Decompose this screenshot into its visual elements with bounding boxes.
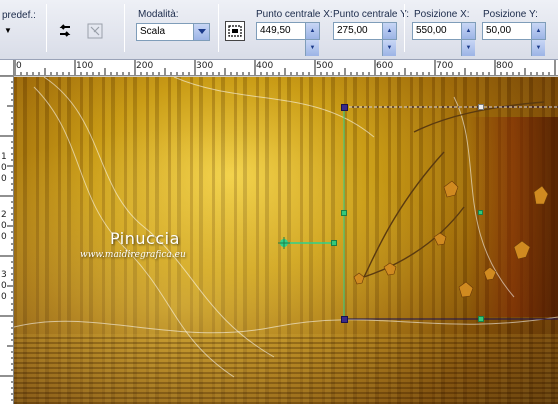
ruler-left-label: 0 [1, 281, 7, 291]
ruler-top-label: 100 [76, 61, 94, 71]
ruler-left-label: 0 [1, 292, 7, 302]
up-arrow-icon[interactable]: ▲ [531, 23, 545, 40]
ruler-top-label: 0 [16, 61, 22, 71]
ruler-top-label: 500 [316, 61, 334, 71]
ruler-left-label: 1 [1, 152, 7, 162]
pivot-handle[interactable] [331, 240, 337, 246]
center-y-value: 275,00 [337, 25, 368, 36]
ruler-left: 1 0 0 2 0 0 3 0 0 [0, 60, 14, 404]
projection-icon[interactable] [225, 21, 245, 41]
mode-select[interactable]: Scala [136, 23, 210, 41]
selection-box [343, 106, 558, 320]
reset-icon[interactable] [54, 20, 76, 42]
pos-y-field[interactable]: 50,00 ▲ ▼ [482, 22, 546, 56]
ruler-left-label: 0 [1, 163, 7, 173]
ruler-top: 0 100 200 300 400 500 600 700 800 [14, 60, 558, 76]
light-wave [453, 96, 515, 298]
edge-handle-bottom[interactable] [478, 316, 484, 322]
ruler-left-label: 2 [1, 210, 7, 220]
toolbar-separator [46, 4, 47, 52]
corner-handle-top-left[interactable] [341, 104, 348, 111]
ruler-left-label: 0 [1, 232, 7, 242]
down-arrow-icon[interactable]: ▼ [531, 40, 545, 56]
up-arrow-icon[interactable]: ▲ [382, 23, 396, 40]
pos-x-value: 550,00 [416, 25, 447, 36]
down-arrow-icon[interactable]: ▼ [382, 40, 396, 56]
leaf [443, 180, 459, 198]
watermark-url: www.maidiregrafica.eu [80, 250, 186, 260]
rotation-cross [278, 237, 290, 249]
image-canvas[interactable]: Pinuccia www.maidiregrafica.eu [14, 77, 558, 404]
toolbar-separator [218, 4, 219, 52]
center-x-spinner[interactable]: ▲ ▼ [305, 23, 319, 56]
mode-label: Modalità: [138, 9, 179, 20]
pos-y-label: Posizione Y: [483, 9, 538, 20]
center-y-spinner[interactable]: ▲ ▼ [382, 23, 396, 56]
pick-tool-options-bar: predef.: ▼ Modalità: Scala Punto central… [0, 0, 558, 60]
ruler-top-label: 800 [496, 61, 514, 71]
corner-handle-bottom-left[interactable] [341, 316, 348, 323]
ruler-left-label: 3 [1, 270, 7, 280]
branch [363, 151, 445, 278]
leaf [513, 240, 531, 260]
toolbar-separator [404, 4, 405, 52]
pos-y-value: 50,00 [486, 25, 512, 36]
branch [363, 206, 465, 278]
down-arrow-icon[interactable]: ▼ [461, 40, 475, 56]
leaf [433, 232, 447, 246]
leaf [533, 185, 549, 205]
ruler-corner [0, 60, 14, 76]
light-wave [43, 77, 275, 358]
leaf [458, 281, 474, 298]
center-x-field[interactable]: 449,50 ▲ ▼ [256, 22, 320, 56]
chevron-down-icon[interactable] [193, 24, 209, 40]
down-arrow-icon[interactable]: ▼ [305, 40, 319, 56]
pos-y-spinner[interactable]: ▲ ▼ [531, 23, 545, 56]
ruler-top-label: 700 [436, 61, 454, 71]
leaf [353, 272, 365, 285]
edge-handle-left[interactable] [341, 210, 347, 216]
pos-x-label: Posizione X: [414, 9, 470, 20]
ruler-top-label: 200 [136, 61, 154, 71]
mode-select-value: Scala [140, 26, 166, 37]
transform-icon[interactable] [84, 20, 106, 42]
ruler-top-label: 600 [376, 61, 394, 71]
up-arrow-icon[interactable]: ▲ [461, 23, 475, 40]
preset-dropdown-arrow[interactable]: ▼ [4, 26, 12, 35]
ruler-top-label: 300 [196, 61, 214, 71]
pos-x-field[interactable]: 550,00 ▲ ▼ [412, 22, 476, 56]
ruler-left-label: 0 [1, 221, 7, 231]
preset-label: predef.: [2, 10, 36, 21]
center-y-label: Punto centrale Y: [333, 9, 409, 20]
ruler-top-ticks [14, 60, 556, 75]
pos-x-spinner[interactable]: ▲ ▼ [461, 23, 475, 56]
center-y-field[interactable]: 275,00 ▲ ▼ [333, 22, 397, 56]
up-arrow-icon[interactable]: ▲ [305, 23, 319, 40]
watermark: Pinuccia www.maidiregrafica.eu [80, 229, 186, 260]
center-handle[interactable] [478, 210, 483, 215]
edge-handle-top[interactable] [478, 104, 484, 110]
toolbar-separator [124, 4, 125, 52]
ruler-top-label: 400 [256, 61, 274, 71]
watermark-name: Pinuccia [110, 229, 180, 248]
ruler-left-label: 0 [1, 174, 7, 184]
center-x-value: 449,50 [260, 25, 291, 36]
center-x-label: Punto centrale X: [256, 9, 333, 20]
